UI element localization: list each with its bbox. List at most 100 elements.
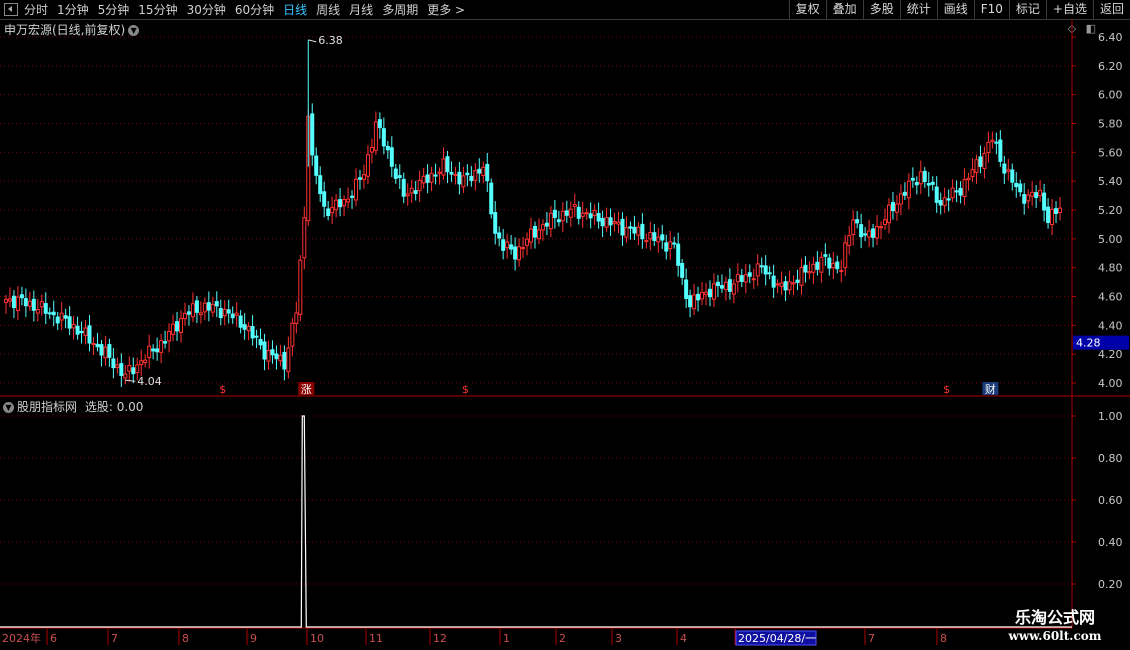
candle-body: [79, 331, 84, 334]
candle-body: [385, 145, 390, 151]
candle-body: [815, 261, 820, 270]
candle-body: [910, 177, 915, 181]
candle-body: [250, 326, 255, 339]
candle-body: [11, 295, 16, 309]
candle-body: [616, 221, 621, 225]
candle-body: [202, 302, 207, 313]
candle-body: [465, 172, 470, 176]
candle-body: [111, 358, 116, 369]
candle-body: [946, 198, 951, 201]
candle-body: [823, 254, 828, 257]
candle-body: [688, 295, 693, 308]
candle-body: [628, 226, 633, 229]
candle-body: [421, 175, 426, 184]
candle-body: [461, 175, 466, 188]
candle-body: [763, 265, 768, 275]
candle-body: [1058, 207, 1063, 214]
candle-body: [684, 279, 689, 299]
candle-body: [485, 163, 490, 182]
candle-body: [608, 217, 613, 226]
candle-body: [449, 172, 454, 175]
candle-body: [91, 343, 96, 346]
candle-body: [15, 296, 20, 311]
candle-body: [799, 267, 804, 286]
candle-body: [835, 261, 840, 270]
candle-body: [759, 265, 764, 268]
candle-body: [87, 325, 92, 344]
candle-body: [322, 191, 327, 207]
candle-body: [314, 155, 319, 176]
candle-body: [377, 119, 382, 129]
y-tick-label: 4.40: [1098, 319, 1123, 332]
candle-body: [417, 179, 422, 192]
x-tick-label: 8: [940, 632, 947, 645]
candle-body: [23, 298, 28, 307]
candle-body: [592, 210, 597, 216]
candle-body: [175, 321, 180, 332]
candle-body: [445, 156, 450, 173]
candle-body: [373, 121, 378, 151]
candle-body: [974, 159, 979, 173]
candle-body: [783, 281, 788, 291]
candle-body: [1050, 208, 1055, 226]
candle-body: [163, 341, 168, 344]
candle-body: [262, 341, 267, 360]
x-tick-label: 11: [369, 632, 383, 645]
event-marker: $: [219, 383, 226, 396]
candle-body: [405, 193, 410, 197]
candle-body: [1014, 182, 1019, 188]
candle-body: [1026, 194, 1031, 202]
candle-body: [218, 308, 223, 319]
candle-body: [489, 182, 494, 215]
candle-body: [365, 154, 370, 177]
candle-body: [954, 190, 959, 193]
candle-body: [552, 209, 557, 218]
candle-body: [656, 236, 661, 243]
candle-body: [950, 187, 955, 199]
candle-body: [851, 219, 856, 236]
candle-body: [278, 354, 283, 362]
candle-body: [529, 228, 534, 243]
candle-body: [914, 182, 919, 186]
candle-body: [588, 213, 593, 219]
candle-body: [182, 312, 187, 320]
candle-body: [544, 222, 549, 227]
candle-body: [958, 187, 963, 196]
y-tick-label: 4.80: [1098, 262, 1123, 275]
candle-body: [3, 298, 8, 303]
candle-body: [513, 246, 518, 260]
candle-body: [67, 316, 72, 329]
candle-body: [43, 302, 48, 314]
candle-body: [397, 175, 402, 178]
candle-body: [497, 232, 502, 239]
candle-body: [700, 291, 705, 300]
candle-body: [743, 274, 748, 283]
candle-body: [31, 298, 36, 311]
candle-body: [214, 301, 219, 307]
candle-body: [560, 210, 565, 222]
candle-body: [843, 242, 848, 269]
candle-body: [564, 210, 569, 216]
candle-body: [998, 139, 1003, 162]
candle-body: [779, 282, 784, 287]
candle-body: [596, 212, 601, 222]
candle-body: [719, 285, 724, 289]
candle-body: [938, 199, 943, 206]
candle-body: [310, 113, 315, 156]
candle-body: [867, 230, 872, 238]
event-marker: 财: [985, 382, 996, 396]
candle-body: [190, 303, 195, 318]
candle-body: [1034, 192, 1039, 198]
y-tick-label: 5.80: [1098, 118, 1123, 131]
candle-body: [532, 226, 537, 238]
candle-body: [123, 373, 128, 379]
candle-body: [1006, 169, 1011, 172]
candle-body: [692, 294, 697, 310]
candle-body: [481, 166, 486, 177]
candle-body: [624, 227, 629, 238]
candle-body: [930, 181, 935, 185]
candle-body: [898, 193, 903, 205]
candle-body: [469, 175, 474, 181]
candle-body: [787, 281, 792, 291]
signal-line: [0, 415, 1072, 628]
